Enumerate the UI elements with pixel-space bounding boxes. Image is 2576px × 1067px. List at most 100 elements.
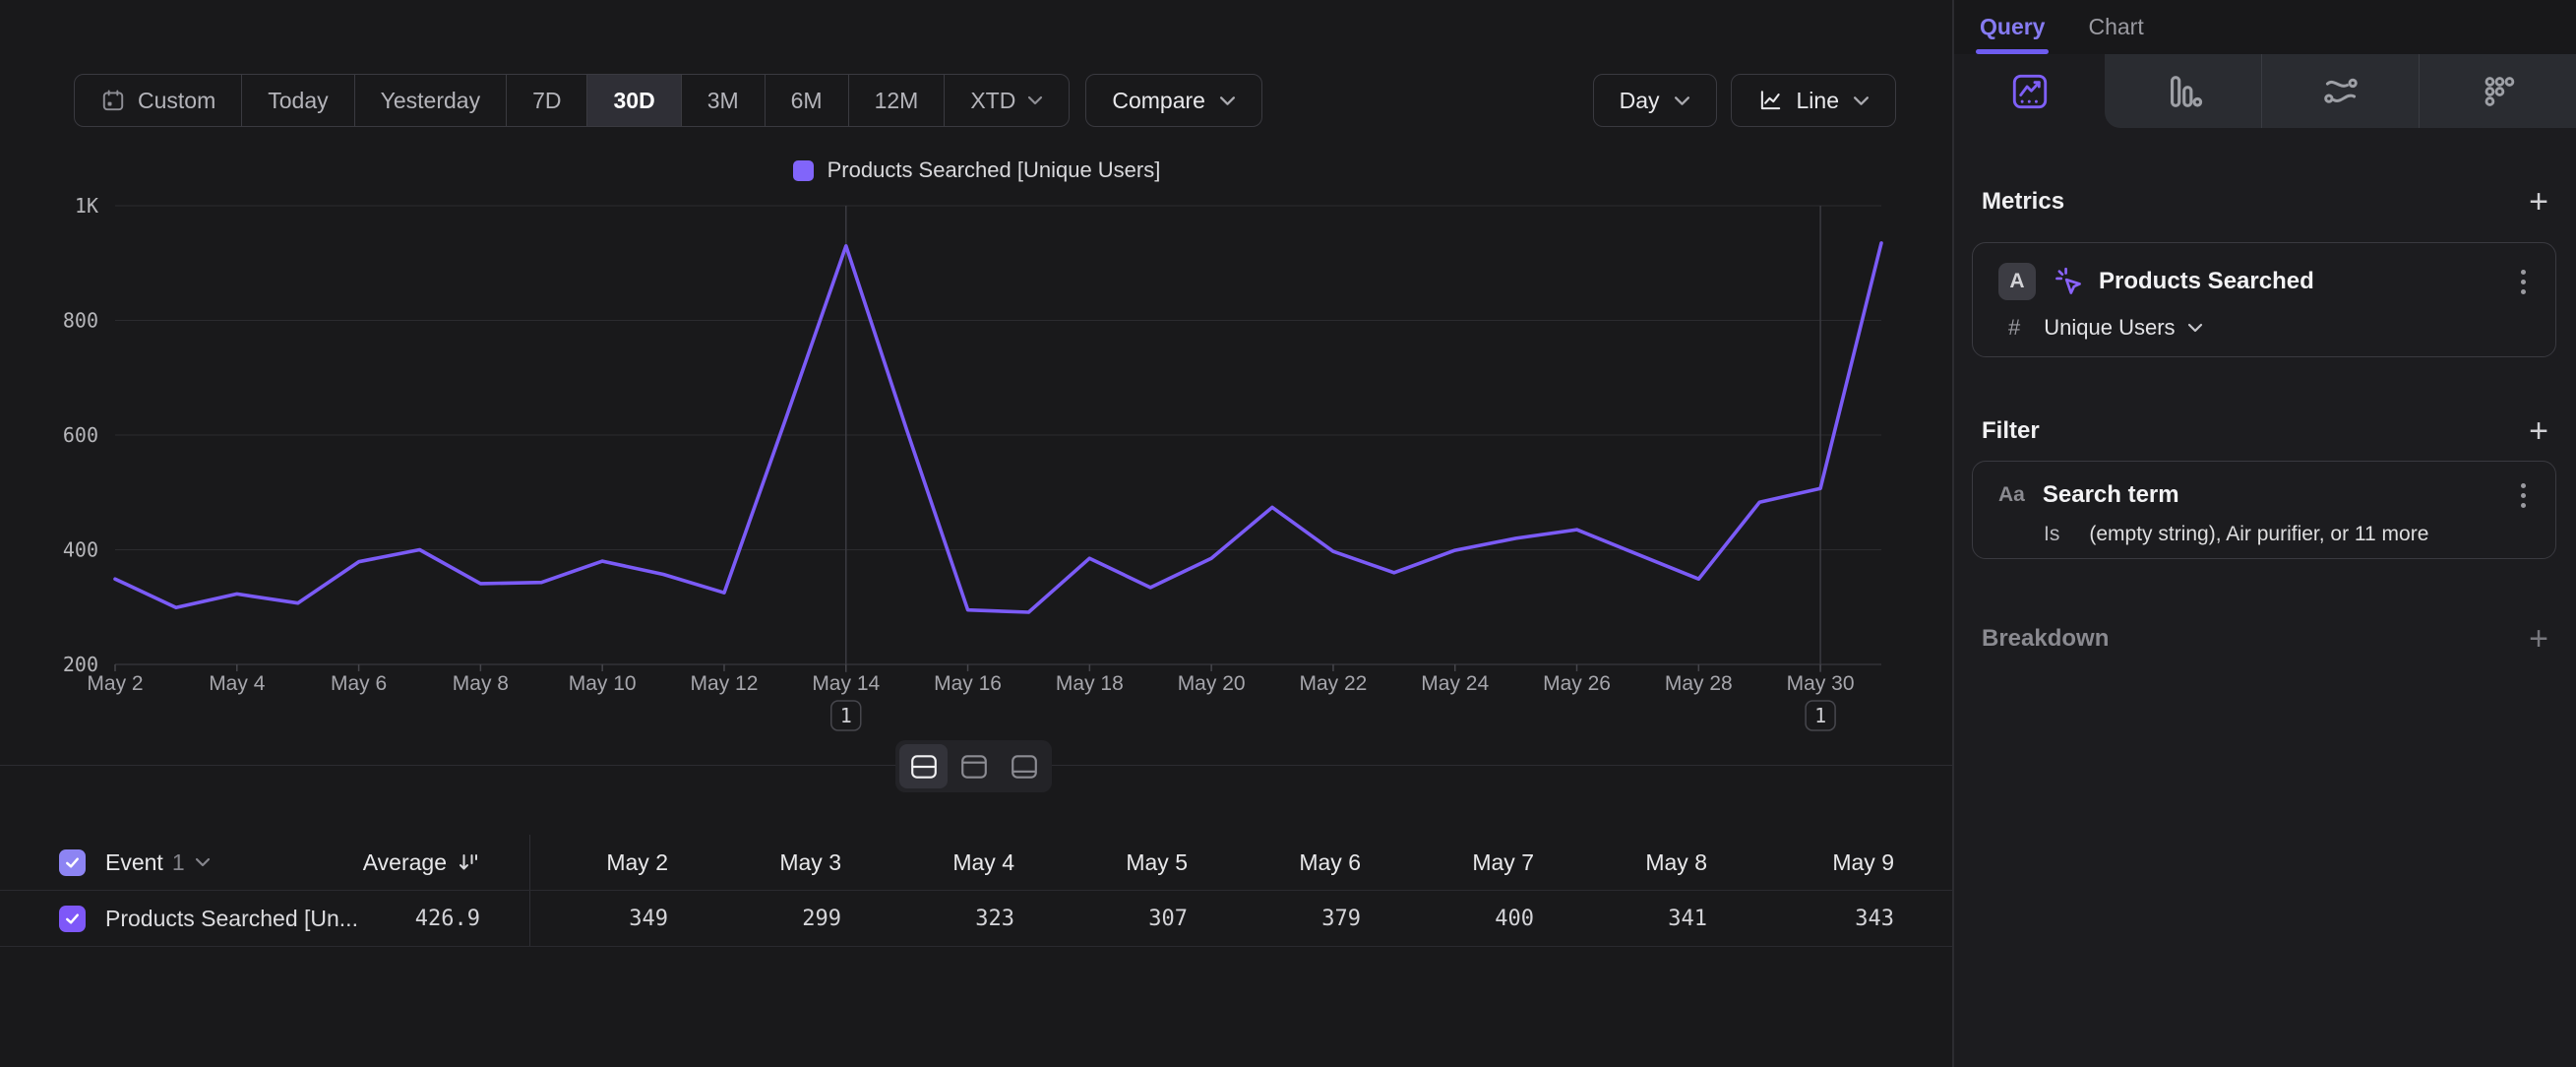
metric-kebab-menu[interactable] <box>2517 266 2530 298</box>
x-axis-label: May 12 <box>691 672 759 695</box>
layout-split-view-button[interactable] <box>899 744 948 788</box>
metrics-title: Metrics <box>1982 188 2064 216</box>
date-column-header[interactable]: May 2 <box>530 849 668 876</box>
range-label: Custom <box>138 88 215 114</box>
y-axis-label: 1K <box>75 194 98 218</box>
range-label: Yesterday <box>381 88 480 114</box>
split-view-icon <box>909 753 939 781</box>
metric-card[interactable]: A Products Searched # Unique Users <box>1972 242 2556 357</box>
tab-insights[interactable] <box>1954 54 2105 128</box>
range-label: 30D <box>613 88 654 114</box>
range-today[interactable]: Today <box>242 75 354 126</box>
cell-value: 323 <box>841 907 1014 931</box>
metric-card-main-row: A Products Searched <box>1973 243 2555 306</box>
average-column-header[interactable]: Average <box>363 849 480 876</box>
x-axis-label: May 10 <box>569 672 637 695</box>
event-column-header[interactable]: Event <box>105 849 163 876</box>
event-count: 1 <box>172 849 185 876</box>
chevron-down-icon <box>1027 95 1043 105</box>
date-column-header[interactable]: May 5 <box>1014 849 1188 876</box>
cell-value: 379 <box>1188 907 1361 931</box>
filter-values[interactable]: (empty string), Air purifier, or 11 more <box>2089 523 2428 546</box>
chevron-down-icon[interactable] <box>195 857 211 867</box>
chart-type-button[interactable]: Line <box>1731 74 1896 127</box>
chevron-down-icon <box>1219 95 1236 106</box>
series-checkbox[interactable] <box>59 906 86 932</box>
range-custom[interactable]: Custom <box>75 75 242 126</box>
svg-text:1: 1 <box>840 704 852 727</box>
aggregation-selector[interactable]: Unique Users <box>2044 315 2175 341</box>
layout-bottom-panel-view-button[interactable] <box>1000 744 1048 788</box>
x-axis-label: May 22 <box>1299 672 1367 695</box>
date-column-header[interactable]: May 3 <box>668 849 841 876</box>
date-column-header[interactable]: May 8 <box>1534 849 1707 876</box>
range-6m[interactable]: 6M <box>766 75 849 126</box>
range-label: XTD <box>970 88 1015 114</box>
granularity-button[interactable]: Day <box>1593 74 1717 127</box>
date-column-header[interactable]: May 6 <box>1188 849 1361 876</box>
cell-value: 299 <box>668 907 841 931</box>
top-panel-view-icon <box>959 753 989 781</box>
range-3m[interactable]: 3M <box>682 75 766 126</box>
panel-tab-bar: Query Chart <box>1954 0 2576 54</box>
cell-value: 341 <box>1534 907 1707 931</box>
filter-operator[interactable]: Is <box>2044 523 2059 546</box>
analysis-type-tabs <box>1954 54 2576 128</box>
line-chart-icon <box>1757 88 1783 113</box>
chevron-down-icon <box>1853 95 1870 106</box>
date-column-header[interactable]: May 9 <box>1707 849 1894 876</box>
metrics-section-header: Metrics + <box>1982 185 2548 219</box>
event-click-icon <box>2052 265 2085 298</box>
calendar-icon <box>100 88 126 113</box>
tab-query[interactable]: Query <box>1980 0 2045 54</box>
range-30d[interactable]: 30D <box>587 75 681 126</box>
add-filter-button[interactable]: + <box>2529 414 2548 448</box>
string-property-icon: Aa <box>1998 483 2025 507</box>
cell-value: 400 <box>1361 907 1534 931</box>
x-axis-label: May 20 <box>1178 672 1246 695</box>
cell-value: 343 <box>1707 907 1894 931</box>
date-column-header[interactable]: May 4 <box>841 849 1014 876</box>
x-axis-label: May 8 <box>453 672 509 695</box>
chart-display-controls: Day Line <box>1593 74 1896 127</box>
x-axis-label: May 2 <box>87 672 143 695</box>
x-axis-label: May 14 <box>812 672 880 695</box>
tab-funnels[interactable] <box>2105 54 2261 128</box>
x-axis-label: May 24 <box>1421 672 1489 695</box>
range-7d[interactable]: 7D <box>507 75 587 126</box>
metric-event-name[interactable]: Products Searched <box>2099 268 2314 295</box>
tab-flows[interactable] <box>2261 54 2419 128</box>
filter-section-header: Filter + <box>1982 414 2548 448</box>
retention-icon <box>2479 72 2518 111</box>
select-all-checkbox[interactable] <box>59 849 86 876</box>
range-label: 3M <box>707 88 739 114</box>
bottom-panel-view-icon <box>1010 753 1039 781</box>
range-12m[interactable]: 12M <box>849 75 946 126</box>
add-metric-button[interactable]: + <box>2529 185 2548 219</box>
filter-title: Filter <box>1982 417 2040 445</box>
layout-top-panel-view-button[interactable] <box>950 744 998 788</box>
date-column-header[interactable]: May 7 <box>1361 849 1534 876</box>
line-chart[interactable]: 2004006008001KMay 2May 4May 6May 8May 10… <box>0 138 1953 768</box>
tab-chart[interactable]: Chart <box>2088 0 2143 54</box>
chevron-down-icon[interactable] <box>2187 323 2203 333</box>
chart-toolbar: Custom Today Yesterday 7D 30D 3M 6M12M XTD Comp… <box>74 74 1896 127</box>
annotation-badge[interactable]: 1 <box>1806 701 1835 730</box>
add-breakdown-button[interactable]: + <box>2529 622 2548 656</box>
compare-label: Compare <box>1112 88 1205 114</box>
sort-descending-icon <box>457 850 480 874</box>
metric-card-agg-row: # Unique Users <box>1973 306 2555 349</box>
filter-card[interactable]: Aa Search term Is (empty string), Air pu… <box>1972 461 2556 559</box>
x-axis-label: May 4 <box>209 672 266 695</box>
filter-card-condition-row: Is (empty string), Air purifier, or 11 m… <box>1973 517 2555 552</box>
chevron-down-icon <box>1674 95 1690 106</box>
metric-letter-badge: A <box>1998 263 2036 300</box>
range-xtd[interactable]: XTD <box>945 75 1069 126</box>
filter-property-name[interactable]: Search term <box>2043 481 2179 509</box>
range-yesterday[interactable]: Yesterday <box>355 75 507 126</box>
tab-retention[interactable] <box>2419 54 2576 128</box>
compare-button[interactable]: Compare <box>1085 74 1262 127</box>
filter-kebab-menu[interactable] <box>2517 479 2530 512</box>
flows-icon <box>2321 72 2361 111</box>
annotation-badge[interactable]: 1 <box>831 701 861 730</box>
